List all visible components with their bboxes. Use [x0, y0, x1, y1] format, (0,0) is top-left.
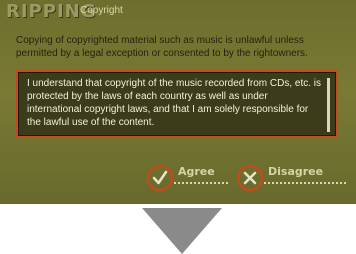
- disagree-label: Disagree: [268, 165, 324, 178]
- agreement-text: I understand that copyright of the music…: [27, 78, 322, 128]
- agree-label: Agree: [178, 165, 215, 178]
- agreement-text-box[interactable]: I understand that copyright of the music…: [16, 70, 338, 138]
- disagree-underline: [264, 182, 346, 184]
- agree-button[interactable]: Agree: [146, 162, 230, 194]
- scrollbar-thumb[interactable]: [327, 78, 330, 132]
- check-icon: [146, 164, 174, 192]
- close-icon: [236, 164, 264, 192]
- copyright-dialog: RIPPING Copyright Copying of copyrighted…: [0, 0, 356, 204]
- title-bar: RIPPING Copyright: [0, 0, 356, 22]
- disagree-button[interactable]: Disagree: [236, 162, 356, 194]
- agree-underline: [174, 182, 228, 184]
- down-arrow-icon: [142, 208, 222, 254]
- window-title: Copyright: [80, 5, 123, 16]
- copyright-intro-text: Copying of copyrighted material such as …: [16, 35, 308, 59]
- agreement-scrollbar[interactable]: [327, 78, 330, 132]
